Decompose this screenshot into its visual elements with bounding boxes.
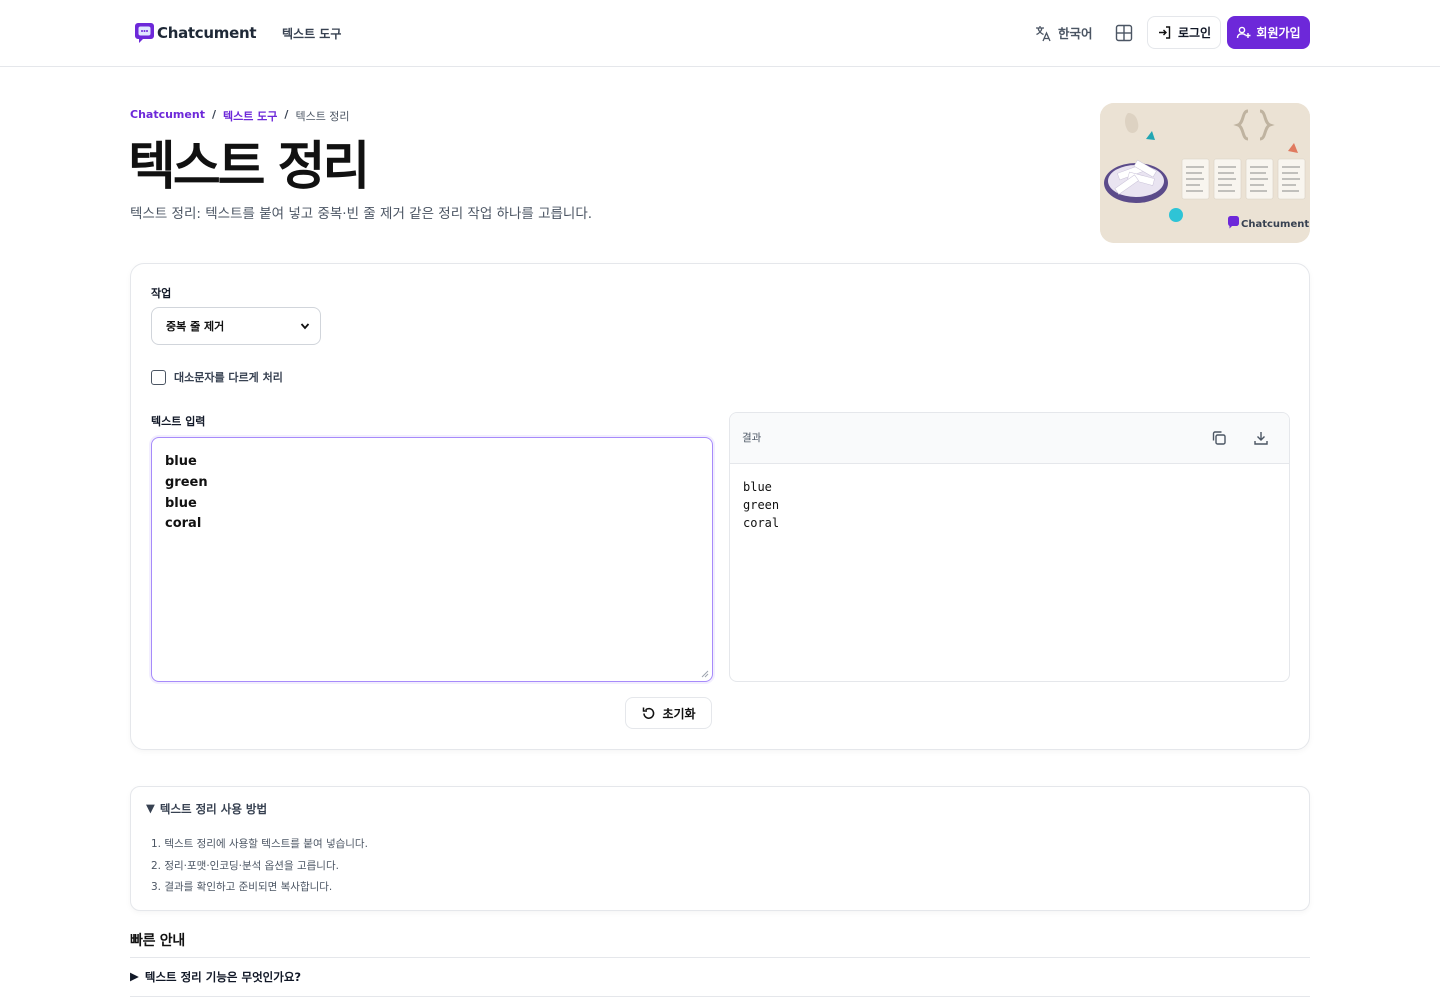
language-selector[interactable]: 한국어 — [1034, 23, 1093, 42]
how-to-section: ▼ 텍스트 정리 사용 방법 1. 텍스트 정리에 사용할 텍스트를 붙여 넣습… — [130, 786, 1310, 911]
breadcrumb: Chatcument / 텍스트 도구 / 텍스트 정리 — [130, 108, 350, 124]
operation-select[interactable]: 중복 줄 제거 — [151, 307, 321, 345]
input-line: coral — [165, 516, 202, 532]
input-line: blue — [165, 454, 197, 469]
divider — [130, 957, 1310, 958]
result-line: green — [743, 498, 780, 512]
result-output: blue green coral — [730, 464, 1289, 546]
how-to-step: 2. 정리·포맷·인코딩·분석 옵션을 고릅니다. — [151, 859, 339, 872]
operation-label: 작업 — [151, 287, 172, 300]
how-to-steps: 1. 텍스트 정리에 사용할 텍스트를 붙여 넣습니다. 2. 정리·포맷·인코… — [151, 834, 368, 899]
add-user-icon — [1237, 26, 1251, 39]
caret-right-icon: ▶ — [130, 969, 139, 983]
signup-label: 회원가입 — [1256, 26, 1301, 40]
login-button[interactable]: 로그인 — [1147, 16, 1221, 49]
caret-down-icon: ▼ — [146, 801, 155, 815]
hero-image-brand: Chatcument — [1241, 219, 1310, 230]
hero-illustration: Chatcument — [1100, 103, 1310, 243]
copy-icon[interactable] — [1210, 429, 1228, 447]
faq-question: 텍스트 정리 기능은 무엇인가요? — [144, 970, 302, 984]
case-sensitive-checkbox[interactable] — [151, 369, 166, 385]
reset-button[interactable]: 초기화 — [625, 697, 712, 729]
login-label: 로그인 — [1177, 26, 1212, 40]
how-to-step: 3. 결과를 확인하고 준비되면 복사합니다. — [151, 881, 333, 893]
breadcrumb-home[interactable]: Chatcument — [130, 108, 205, 124]
brand-name: Chatcument — [157, 24, 257, 42]
breadcrumb-separator: / — [284, 108, 289, 121]
text-input-area[interactable]: blue green blue coral — [151, 437, 713, 682]
resize-handle-icon[interactable] — [701, 670, 709, 678]
breadcrumb-current: 텍스트 정리 — [295, 110, 350, 123]
download-icon[interactable] — [1252, 429, 1270, 447]
result-line: coral — [743, 516, 780, 530]
faq-item[interactable]: ▶ 텍스트 정리 기능은 무엇인가요? — [130, 969, 301, 985]
result-panel: 결과 blue green coral — [729, 412, 1290, 682]
translate-icon — [1036, 25, 1051, 41]
how-to-toggle[interactable]: ▼ 텍스트 정리 사용 방법 — [146, 801, 267, 817]
signup-button[interactable]: 회원가입 — [1227, 16, 1310, 49]
page-title: 텍스트 정리 — [128, 137, 370, 197]
result-header: 결과 — [730, 413, 1289, 464]
rotate-ccw-icon — [643, 707, 655, 719]
brand-logo[interactable]: Chatcument — [135, 22, 257, 44]
quick-guide-title: 빠른 안내 — [130, 933, 185, 949]
login-arrow-icon — [1158, 26, 1171, 39]
result-line: blue — [743, 480, 772, 494]
top-navigation-bar: Chatcument 텍스트 도구 한국어 로그인 회원가입 — [0, 0, 1440, 67]
chat-bubble-logo-icon — [135, 23, 154, 43]
how-to-step: 1. 텍스트 정리에 사용할 텍스트를 붙여 넣습니다. — [151, 838, 368, 850]
reset-label: 초기화 — [662, 706, 696, 721]
language-label: 한국어 — [1058, 26, 1093, 41]
breadcrumb-section[interactable]: 텍스트 도구 — [223, 108, 277, 124]
apps-grid-icon[interactable] — [1114, 23, 1134, 43]
operation-selected-value: 중복 줄 제거 — [166, 320, 225, 333]
how-to-title: 텍스트 정리 사용 방법 — [159, 802, 268, 816]
case-sensitive-option[interactable]: 대소문자를 다르게 처리 — [151, 369, 283, 385]
nav-link-text-tools[interactable]: 텍스트 도구 — [282, 25, 341, 42]
chevron-down-icon — [300, 323, 310, 330]
tool-card: 작업 중복 줄 제거 대소문자를 다르게 처리 텍스트 입력 blue gree… — [130, 263, 1310, 750]
breadcrumb-separator: / — [211, 108, 216, 121]
input-line: green — [165, 474, 208, 490]
result-label: 결과 — [742, 432, 762, 444]
page-description: 텍스트 정리: 텍스트를 붙여 넣고 중복·빈 줄 제거 같은 정리 작업 하나… — [130, 206, 593, 222]
case-sensitive-label: 대소문자를 다르게 처리 — [174, 371, 283, 384]
input-label: 텍스트 입력 — [151, 415, 206, 428]
input-line: blue — [165, 495, 197, 511]
divider — [130, 996, 1310, 997]
